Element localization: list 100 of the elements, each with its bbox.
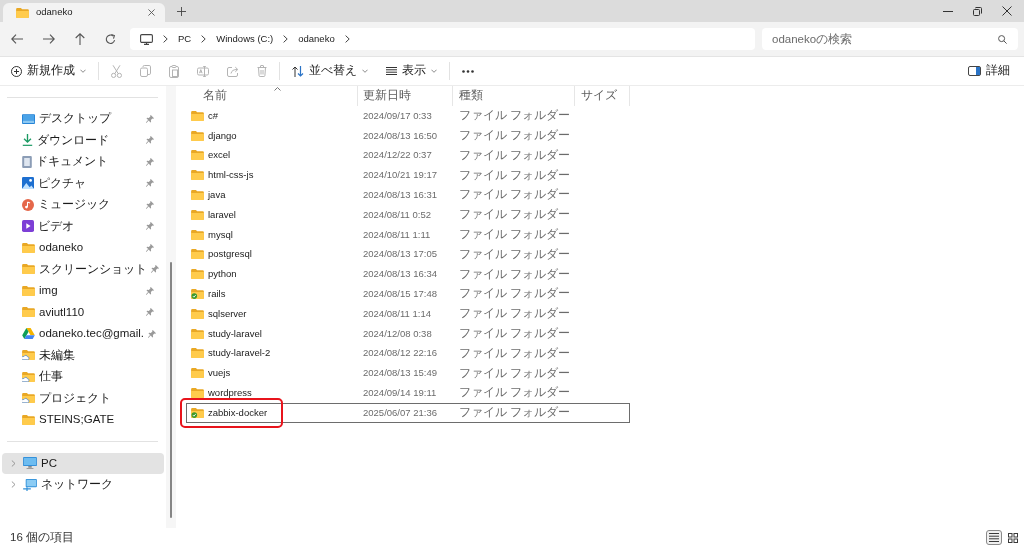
search-field[interactable]: odanekoの検索 — [762, 28, 1018, 50]
breadcrumb-item[interactable]: odaneko — [298, 31, 335, 47]
sidebar-item[interactable]: ピクチャ — [2, 172, 164, 194]
file-row[interactable]: excel 2024/12/22 0:37 ファイル フォルダー — [186, 145, 630, 166]
chevron-right-icon[interactable] — [201, 35, 207, 43]
file-name: vuejs — [208, 366, 231, 381]
file-row[interactable]: mysql 2024/08/11 1:11 ファイル フォルダー — [186, 224, 630, 245]
file-type: ファイル フォルダー — [459, 227, 571, 243]
file-row[interactable]: study-laravel 2024/12/08 0:38 ファイル フォルダー — [186, 323, 630, 344]
close-icon[interactable] — [1002, 6, 1012, 16]
column-header[interactable]: 種類 — [453, 86, 575, 106]
view-button[interactable]: 表示 — [386, 62, 437, 80]
sidebar-item[interactable]: スクリーンショット — [2, 258, 164, 280]
modified-date: 2024/08/11 0:52 — [363, 207, 431, 222]
modified-date: 2024/08/11 1:11 — [363, 227, 431, 242]
sidebar-item[interactable]: ダウンロード — [2, 129, 164, 151]
tile-grid-icon — [1008, 532, 1018, 543]
file-row[interactable]: html-css-js 2024/10/21 19:17 ファイル フォルダー — [186, 165, 630, 186]
folder-icon — [22, 242, 35, 253]
sidebar-item[interactable]: odaneko — [2, 237, 164, 259]
sidebar-item[interactable]: ミュージック — [2, 194, 164, 216]
chevron-right-icon[interactable] — [344, 35, 350, 43]
up-arrow-icon[interactable] — [75, 33, 85, 45]
sidebar-item[interactable]: ビデオ — [2, 215, 164, 237]
address-bar[interactable]: PC Windows (C:) odaneko — [130, 28, 755, 50]
sidebar-item[interactable]: STEINS;GATE — [2, 409, 164, 431]
new-button[interactable]: 新規作成 — [11, 62, 86, 80]
file-type: ファイル フォルダー — [459, 187, 571, 203]
sidebar-item[interactable]: 未編集 — [2, 344, 164, 366]
file-name: django — [208, 128, 237, 143]
sidebar-item[interactable]: ネットワーク — [2, 474, 164, 496]
modified-date: 2024/08/11 1:14 — [363, 306, 431, 321]
folder-icon — [191, 130, 204, 141]
chevron-right-icon[interactable] — [163, 35, 168, 43]
file-row[interactable]: zabbix-docker 2025/06/07 21:36 ファイル フォルダー — [186, 402, 630, 423]
right-arrow-icon[interactable] — [43, 34, 55, 44]
file-row[interactable]: java 2024/08/13 16:31 ファイル フォルダー — [186, 185, 630, 205]
file-row[interactable]: vuejs 2024/08/13 15:49 ファイル フォルダー — [186, 363, 630, 384]
folder-icon — [16, 7, 29, 18]
file-row[interactable]: sqlserver 2024/08/11 1:14 ファイル フォルダー — [186, 303, 630, 324]
sidebar-item[interactable]: aviutl110 — [2, 301, 164, 323]
item-count: 16 個の項目 — [10, 529, 74, 545]
folder-icon — [191, 209, 204, 220]
plus-icon[interactable] — [177, 7, 186, 16]
modified-date: 2024/08/13 17:05 — [363, 247, 437, 262]
file-row[interactable]: study-laravel-2 2024/08/12 22:16 ファイル フォルダー — [186, 343, 630, 364]
sidebar-item[interactable]: img — [2, 280, 164, 302]
window-tab[interactable]: odaneko — [3, 3, 165, 22]
folder-cloud-icon — [22, 371, 35, 382]
file-row[interactable]: laravel 2024/08/11 0:52 ファイル フォルダー — [186, 205, 630, 225]
close-icon[interactable] — [148, 9, 155, 16]
download-arrow-icon — [22, 134, 33, 147]
folder-icon — [22, 414, 35, 425]
left-arrow-icon[interactable] — [11, 34, 23, 44]
details-button[interactable]: 詳細 — [968, 62, 1010, 80]
refresh-icon[interactable] — [105, 33, 116, 45]
details-view-button[interactable] — [986, 530, 1002, 545]
plus-circle-icon — [11, 65, 22, 77]
list-view-icon — [989, 533, 999, 542]
file-row[interactable]: c# 2024/09/17 0:33 ファイル フォルダー — [186, 106, 630, 126]
search-icon[interactable] — [998, 35, 1007, 44]
breadcrumb-item[interactable]: Windows (C:) — [216, 31, 274, 47]
scrollbar-thumb[interactable] — [170, 262, 172, 518]
file-row[interactable]: rails 2024/08/15 17:48 ファイル フォルダー — [186, 284, 630, 304]
tiles-view-button[interactable] — [1005, 530, 1021, 545]
file-type: ファイル フォルダー — [459, 128, 571, 144]
sidebar-item[interactable]: デスクトップ — [2, 108, 164, 130]
column-header[interactable]: 名前 — [186, 86, 358, 106]
caret-down-icon — [362, 69, 368, 73]
modified-date: 2024/10/21 19:17 — [363, 168, 437, 183]
sidebar-item[interactable]: odaneko.tec@gmail. — [2, 323, 164, 345]
monitor-icon[interactable] — [140, 33, 153, 45]
file-type: ファイル フォルダー — [459, 266, 571, 282]
document-icon — [22, 155, 32, 168]
file-type: ファイル フォルダー — [459, 167, 571, 183]
more-icon[interactable] — [462, 69, 474, 73]
file-row[interactable]: postgresql 2024/08/13 17:05 ファイル フォルダー — [186, 244, 630, 265]
file-name: postgresql — [208, 247, 252, 262]
breadcrumb-item[interactable]: PC — [178, 31, 192, 47]
file-name: html-css-js — [208, 168, 254, 183]
modified-date: 2025/06/07 21:36 — [363, 405, 437, 420]
file-type: ファイル フォルダー — [459, 207, 571, 223]
chevron-right-icon[interactable] — [283, 35, 289, 43]
music-note-icon — [22, 198, 34, 211]
file-type: ファイル フォルダー — [459, 385, 571, 401]
restore-icon[interactable] — [973, 6, 982, 16]
sidebar-item[interactable]: 仕事 — [2, 366, 164, 388]
folder-icon — [191, 348, 204, 359]
sidebar-item[interactable]: PC — [2, 452, 164, 474]
column-header[interactable]: サイズ — [575, 86, 630, 106]
minimize-icon[interactable] — [943, 10, 953, 12]
sidebar-item[interactable]: ドキュメント — [2, 151, 164, 173]
column-header[interactable]: 更新日時 — [358, 86, 453, 106]
file-row[interactable]: python 2024/08/13 16:34 ファイル フォルダー — [186, 264, 630, 285]
file-row[interactable]: django 2024/08/13 16:50 ファイル フォルダー — [186, 125, 630, 146]
folder-icon — [22, 264, 35, 275]
sidebar-item[interactable]: プロジェクト — [2, 387, 164, 409]
folder-icon — [191, 388, 204, 399]
file-row[interactable]: wordpress 2024/09/14 19:11 ファイル フォルダー — [186, 383, 630, 403]
sort-button[interactable]: 並べ替え — [292, 62, 368, 80]
